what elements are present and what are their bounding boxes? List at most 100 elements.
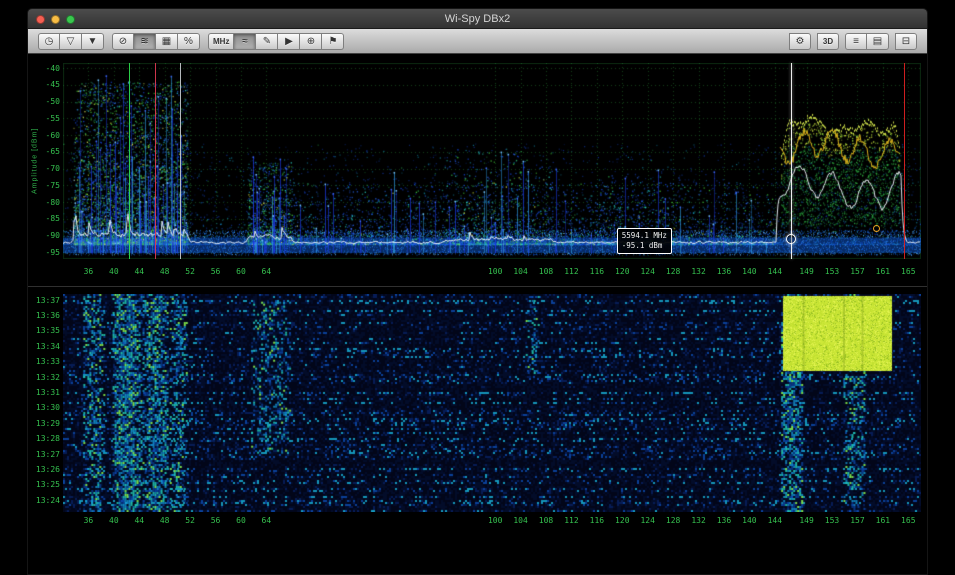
app-window: Wi-Spy DBx2 ◷▽▼ ⊘≋▦% MHz≈✎▶⊕⚑ ⚙ 3D ≡▤ ⊟ Ampli…: [27, 8, 928, 575]
channel-tick-label: 104: [513, 516, 527, 525]
amplitude-tick-label: -50: [32, 97, 60, 106]
toolbar-button-tile-view[interactable]: ▤: [867, 33, 889, 50]
channel-tick-label: 100: [488, 267, 502, 276]
toolbar-button-filter-top[interactable]: ▼: [82, 33, 104, 50]
amplitude-axis-title: Amplitude [dBm]: [29, 63, 41, 259]
toolbar-group: ≡▤: [845, 33, 889, 50]
channel-tick-label: 153: [825, 267, 839, 276]
toolbar-button-time-segment[interactable]: ◷: [38, 33, 60, 50]
channel-tick-label: 136: [717, 267, 731, 276]
channel-tick-label: 36: [84, 516, 94, 525]
amplitude-tick-label: -80: [32, 198, 60, 207]
channel-tick-label: 44: [134, 516, 144, 525]
channel-tick-label: 40: [109, 267, 119, 276]
channel-tick-label: 52: [185, 516, 195, 525]
toolbar-button-no-overlay[interactable]: ⊘: [112, 33, 134, 50]
toolbar-button-density-overlay[interactable]: ≋: [134, 33, 156, 50]
channel-tick-label: 112: [564, 267, 578, 276]
amplitude-tick-label: -40: [32, 64, 60, 73]
toolbar-button-outline-overlay[interactable]: ▦: [156, 33, 178, 50]
channel-tick-label: 165: [901, 516, 915, 525]
time-tick-label: 13:37: [32, 296, 60, 305]
channel-tick-label: 144: [768, 267, 782, 276]
channel-tick-label: 48: [160, 267, 170, 276]
toolbar-button-display-options[interactable]: ⊟: [895, 33, 917, 50]
time-tick-label: 13:32: [32, 373, 60, 382]
channel-tick-label: 149: [799, 516, 813, 525]
time-tick-label: 13:36: [32, 311, 60, 320]
window-title: Wi-Spy DBx2: [28, 9, 927, 29]
time-tick-label: 13:25: [32, 480, 60, 489]
toolbar-right: ⚙ 3D ≡▤ ⊟: [789, 33, 917, 50]
channel-tick-label: 60: [236, 267, 246, 276]
amplitude-tick-label: -95: [32, 248, 60, 257]
time-tick-label: 13:31: [32, 388, 60, 397]
titlebar[interactable]: Wi-Spy DBx2: [28, 9, 927, 29]
time-tick-label: 13:27: [32, 450, 60, 459]
toolbar-button-settings-gear[interactable]: ⚙: [789, 33, 811, 50]
content-area: Amplitude [dBm] -40 -45 -50 -55 -60 -65 -70 -75…: [28, 54, 927, 574]
cursor-tooltip: 5594.1 MHz -95.1 dBm: [617, 228, 672, 254]
toolbar-button-utilization-overlay[interactable]: %: [178, 33, 200, 50]
toolbar-group: 3D: [817, 33, 839, 50]
time-tick-label: 13:35: [32, 326, 60, 335]
toolbar-button-networks[interactable]: ≈: [234, 33, 256, 50]
channel-tick-label: 56: [211, 516, 221, 525]
channel-tick-label: 140: [742, 267, 756, 276]
waterfall-view-plot[interactable]: [63, 294, 921, 512]
amplitude-tick-label: -70: [32, 164, 60, 173]
toolbar-button-annotate[interactable]: ✎: [256, 33, 278, 50]
amplitude-tick-label: -65: [32, 147, 60, 156]
channel-tick-label: 40: [109, 516, 119, 525]
session-marker-green[interactable]: [129, 63, 130, 259]
session-marker-gray[interactable]: [180, 63, 181, 259]
channel-tick-label: 128: [666, 516, 680, 525]
amplitude-tick-label: -45: [32, 80, 60, 89]
channel-tick-label: 112: [564, 516, 578, 525]
toolbar-button-3d-view[interactable]: 3D: [817, 33, 839, 50]
channel-tick-label: 60: [236, 516, 246, 525]
time-tick-label: 13:28: [32, 434, 60, 443]
time-tick-label: 13:33: [32, 357, 60, 366]
spectrum-channel-axis: 3640444852566064100104108112116120124128…: [28, 267, 927, 277]
channel-tick-label: 161: [876, 267, 890, 276]
amplitude-tick-label: -75: [32, 181, 60, 190]
channel-tick-label: 36: [84, 267, 94, 276]
toolbar-left: ◷▽▼ ⊘≋▦% MHz≈✎▶⊕⚑: [38, 33, 352, 50]
toolbar: ◷▽▼ ⊘≋▦% MHz≈✎▶⊕⚑ ⚙ 3D ≡▤ ⊟: [28, 29, 927, 54]
panel-divider[interactable]: [28, 286, 927, 287]
toolbar-button-list-view[interactable]: ≡: [845, 33, 867, 50]
channel-tick-label: 120: [615, 267, 629, 276]
time-tick-label: 13:24: [32, 496, 60, 505]
time-tick-label: 13:26: [32, 465, 60, 474]
channel-tick-label: 149: [799, 267, 813, 276]
amplitude-tick-label: -60: [32, 131, 60, 140]
channel-tick-label: 140: [742, 516, 756, 525]
cursor-line[interactable]: [791, 63, 792, 259]
channel-tick-label: 136: [717, 516, 731, 525]
time-tick-label: 13:30: [32, 403, 60, 412]
channel-tick-label: 144: [768, 516, 782, 525]
tooltip-frequency: 5594.1 MHz: [622, 231, 667, 241]
toolbar-button-frequency-units[interactable]: MHz: [208, 33, 234, 50]
toolbar-button-playback[interactable]: ▶: [278, 33, 300, 50]
amplitude-tick-label: -55: [32, 114, 60, 123]
amplitude-tick-label: -85: [32, 214, 60, 223]
channel-tick-label: 132: [691, 516, 705, 525]
toolbar-button-flag[interactable]: ⚑: [322, 33, 344, 50]
channel-tick-label: 161: [876, 516, 890, 525]
toolbar-group: ⊘≋▦%: [112, 33, 200, 50]
toolbar-button-inspector[interactable]: ⊕: [300, 33, 322, 50]
channel-tick-label: 64: [262, 267, 272, 276]
channel-tick-label: 157: [850, 267, 864, 276]
channel-tick-label: 116: [590, 267, 604, 276]
channel-tick-label: 124: [640, 267, 654, 276]
edge-marker-red[interactable]: [904, 63, 905, 259]
toolbar-button-filter[interactable]: ▽: [60, 33, 82, 50]
toolbar-group: ◷▽▼: [38, 33, 104, 50]
channel-tick-label: 56: [211, 267, 221, 276]
session-marker-red[interactable]: [155, 63, 156, 259]
channel-tick-label: 108: [539, 267, 553, 276]
waterfall-channel-axis: 3640444852566064100104108112116120124128…: [28, 516, 927, 526]
channel-tick-label: 108: [539, 516, 553, 525]
